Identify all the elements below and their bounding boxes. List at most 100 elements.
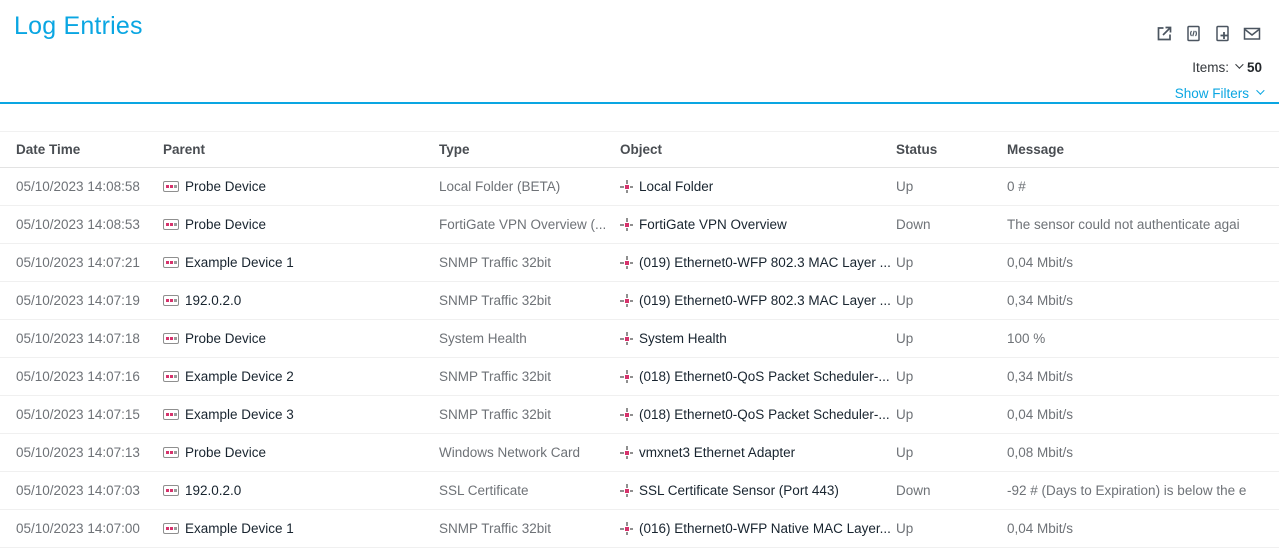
device-icon <box>163 295 179 306</box>
sensor-icon <box>620 370 633 383</box>
device-icon <box>163 181 179 192</box>
device-icon <box>163 371 179 382</box>
cell-parent: Probe Device <box>163 217 439 232</box>
page-title: Log Entries <box>14 12 143 41</box>
table-row: 05/10/2023 14:07:21 Example Device 1 SNM… <box>0 244 1279 282</box>
cell-object: (018) Ethernet0-QoS Packet Scheduler-... <box>620 369 896 384</box>
cell-type: SNMP Traffic 32bit <box>439 369 620 384</box>
column-header-status[interactable]: Status <box>896 142 1007 157</box>
cell-object: (019) Ethernet0-WFP 802.3 MAC Layer ... <box>620 255 896 270</box>
cell-message: 0,04 Mbit/s <box>1007 255 1279 270</box>
items-count: 50 <box>1247 60 1262 75</box>
cell-status: Up <box>896 521 1007 536</box>
cell-date-time: 05/10/2023 14:07:13 <box>0 445 163 460</box>
device-icon <box>163 219 179 230</box>
cell-parent: Probe Device <box>163 445 439 460</box>
cell-date-time: 05/10/2023 14:07:03 <box>0 483 163 498</box>
email-icon[interactable] <box>1241 23 1263 44</box>
column-header-type[interactable]: Type <box>439 142 620 157</box>
object-link[interactable]: (018) Ethernet0-QoS Packet Scheduler-... <box>639 369 890 384</box>
cell-object: (019) Ethernet0-WFP 802.3 MAC Layer ... <box>620 293 896 308</box>
object-link[interactable]: System Health <box>639 331 727 346</box>
device-icon <box>163 447 179 458</box>
sensor-icon <box>620 218 633 231</box>
cell-object: System Health <box>620 331 896 346</box>
parent-link[interactable]: Probe Device <box>185 445 266 460</box>
column-header-message[interactable]: Message <box>1007 142 1279 157</box>
cell-date-time: 05/10/2023 14:07:18 <box>0 331 163 346</box>
column-header-date-time[interactable]: Date Time <box>0 142 163 157</box>
parent-link[interactable]: 192.0.2.0 <box>185 293 241 308</box>
parent-link[interactable]: 192.0.2.0 <box>185 483 241 498</box>
table-row: 05/10/2023 14:08:58 Probe Device Local F… <box>0 168 1279 206</box>
object-link[interactable]: Local Folder <box>639 179 713 194</box>
cell-status: Up <box>896 255 1007 270</box>
table-row: 05/10/2023 14:07:15 Example Device 3 SNM… <box>0 396 1279 434</box>
parent-link[interactable]: Probe Device <box>185 179 266 194</box>
chevron-down-icon <box>1256 86 1264 94</box>
cell-type: SNMP Traffic 32bit <box>439 407 620 422</box>
object-link[interactable]: vmxnet3 Ethernet Adapter <box>639 445 795 460</box>
toolbar <box>1154 23 1263 44</box>
cell-object: Local Folder <box>620 179 896 194</box>
cell-type: Local Folder (BETA) <box>439 179 620 194</box>
object-link[interactable]: SSL Certificate Sensor (Port 443) <box>639 483 839 498</box>
cell-parent: Example Device 2 <box>163 369 439 384</box>
cell-type: SNMP Traffic 32bit <box>439 521 620 536</box>
cell-message: 100 % <box>1007 331 1279 346</box>
cell-object: FortiGate VPN Overview <box>620 217 896 232</box>
cell-status: Up <box>896 331 1007 346</box>
cell-parent: 192.0.2.0 <box>163 483 439 498</box>
sensor-icon <box>620 408 633 421</box>
object-link[interactable]: (019) Ethernet0-WFP 802.3 MAC Layer ... <box>639 293 891 308</box>
object-link[interactable]: (018) Ethernet0-QoS Packet Scheduler-... <box>639 407 890 422</box>
cell-date-time: 05/10/2023 14:07:21 <box>0 255 163 270</box>
table-row: 05/10/2023 14:07:00 Example Device 1 SNM… <box>0 510 1279 548</box>
cell-date-time: 05/10/2023 14:08:53 <box>0 217 163 232</box>
cell-message: 0 # <box>1007 179 1279 194</box>
parent-link[interactable]: Example Device 1 <box>185 255 294 270</box>
cell-status: Down <box>896 483 1007 498</box>
device-icon <box>163 333 179 344</box>
cell-message: -92 # (Days to Expiration) is below the … <box>1007 483 1279 498</box>
device-icon <box>163 523 179 534</box>
cell-type: SSL Certificate <box>439 483 620 498</box>
cell-message: 0,34 Mbit/s <box>1007 369 1279 384</box>
add-report-icon[interactable] <box>1212 23 1233 44</box>
items-label: Items: <box>1192 60 1229 75</box>
sensor-icon <box>620 332 633 345</box>
cell-status: Up <box>896 179 1007 194</box>
parent-link[interactable]: Example Device 2 <box>185 369 294 384</box>
cell-type: SNMP Traffic 32bit <box>439 293 620 308</box>
cell-parent: Probe Device <box>163 179 439 194</box>
cell-object: SSL Certificate Sensor (Port 443) <box>620 483 896 498</box>
cell-status: Up <box>896 293 1007 308</box>
column-header-parent[interactable]: Parent <box>163 142 439 157</box>
sensor-icon <box>620 522 633 535</box>
cell-message: The sensor could not authenticate agai <box>1007 217 1279 232</box>
object-link[interactable]: (016) Ethernet0-WFP Native MAC Layer... <box>639 521 891 536</box>
items-per-page-control[interactable]: Items: 50 <box>1192 60 1262 75</box>
column-header-object[interactable]: Object <box>620 142 896 157</box>
parent-link[interactable]: Probe Device <box>185 217 266 232</box>
table-row: 05/10/2023 14:07:16 Example Device 2 SNM… <box>0 358 1279 396</box>
cell-object: vmxnet3 Ethernet Adapter <box>620 445 896 460</box>
object-link[interactable]: (019) Ethernet0-WFP 802.3 MAC Layer ... <box>639 255 891 270</box>
sensor-icon <box>620 484 633 497</box>
show-filters-link[interactable]: Show Filters <box>1175 86 1262 101</box>
parent-link[interactable]: Probe Device <box>185 331 266 346</box>
object-link[interactable]: FortiGate VPN Overview <box>639 217 787 232</box>
parent-link[interactable]: Example Device 1 <box>185 521 294 536</box>
cell-date-time: 05/10/2023 14:07:15 <box>0 407 163 422</box>
open-in-new-window-icon[interactable] <box>1154 23 1175 44</box>
cell-parent: Example Device 1 <box>163 521 439 536</box>
cell-type: Windows Network Card <box>439 445 620 460</box>
header-divider <box>0 102 1279 104</box>
device-icon <box>163 257 179 268</box>
parent-link[interactable]: Example Device 3 <box>185 407 294 422</box>
cell-type: SNMP Traffic 32bit <box>439 255 620 270</box>
cell-status: Up <box>896 407 1007 422</box>
table-row: 05/10/2023 14:07:03 192.0.2.0 SSL Certif… <box>0 472 1279 510</box>
chevron-down-icon[interactable] <box>1235 60 1243 68</box>
xml-export-icon[interactable] <box>1183 23 1204 44</box>
